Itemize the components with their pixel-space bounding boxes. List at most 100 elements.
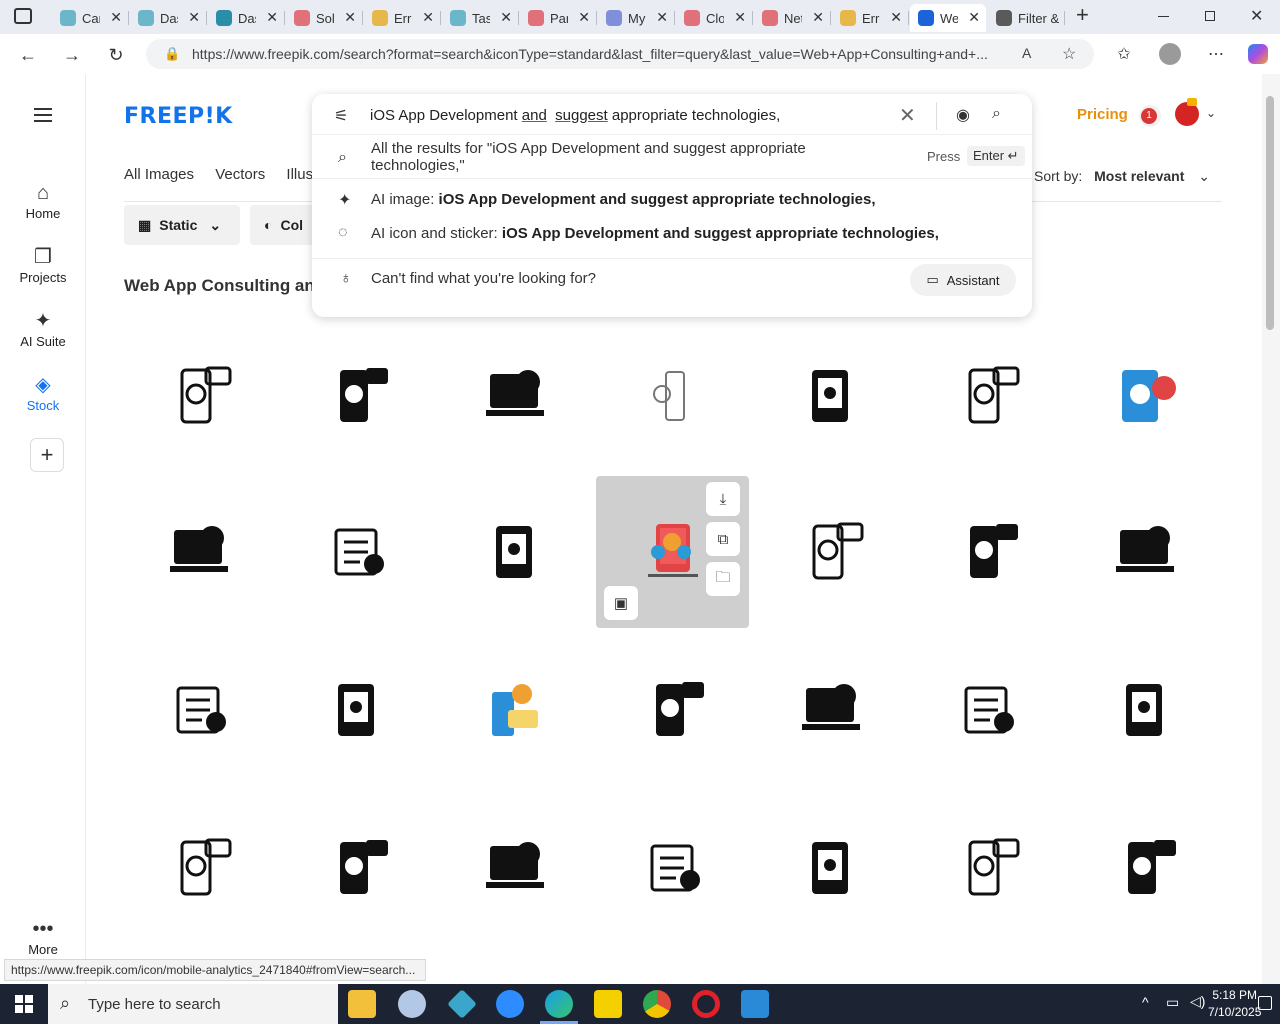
user-avatar[interactable] (1175, 98, 1199, 126)
result-app-development-icon[interactable] (168, 836, 232, 900)
result-app-development-icon[interactable] (484, 520, 548, 584)
color-filter[interactable]: ◐ Col (250, 205, 320, 245)
download-button[interactable]: ⤓ (706, 482, 740, 516)
close-tab-icon[interactable]: ✕ (968, 9, 980, 26)
style-filter-static[interactable]: ▦ Static ⌄ (124, 205, 240, 245)
browser-tab[interactable]: Net ✕ (754, 4, 831, 32)
result-app-development-icon[interactable] (1114, 520, 1178, 584)
start-button[interactable] (0, 984, 48, 1024)
close-window-button[interactable]: ✕ (1250, 6, 1263, 26)
result-app-development-icon[interactable] (168, 520, 232, 584)
result-app-development-icon[interactable] (1114, 836, 1178, 900)
back-button[interactable]: ← (14, 41, 42, 69)
sidebar-item-more[interactable]: ••• More (0, 916, 86, 957)
notifications-button[interactable]: 1 (1139, 105, 1161, 127)
sidebar-item-stock[interactable]: ◈ Stock (0, 372, 86, 413)
system-clock[interactable]: 5:18 PM 7/10/2025 (1208, 987, 1261, 1021)
close-tab-icon[interactable]: ✕ (500, 9, 512, 26)
settings-menu-icon[interactable]: ⋯ (1204, 42, 1228, 66)
close-tab-icon[interactable]: ✕ (812, 9, 824, 26)
result-app-development-icon[interactable] (800, 836, 864, 900)
browser-tab[interactable]: Erro ✕ (364, 4, 441, 32)
copy-button[interactable]: ⧉ (706, 522, 740, 556)
sort-control[interactable]: Sort by: Most relevant ⌄ (1034, 168, 1210, 185)
result-app-development-icon[interactable] (326, 520, 390, 584)
clear-search-icon[interactable]: ✕ (899, 103, 916, 128)
result-app-development-icon[interactable] (1114, 678, 1178, 742)
restore-button[interactable] (1205, 11, 1215, 21)
result-app-development-icon[interactable] (956, 678, 1020, 742)
minimize-button[interactable] (1158, 16, 1169, 17)
close-tab-icon[interactable]: ✕ (734, 9, 746, 26)
browser-tab[interactable]: Car ✕ (52, 4, 129, 32)
browser-tab[interactable]: Clo ✕ (676, 4, 753, 32)
browser-tab[interactable]: Tas ✕ (442, 4, 519, 32)
paint-app-icon[interactable] (398, 990, 426, 1018)
browser-tab[interactable]: Filter & (988, 4, 1065, 32)
result-app-development-icon[interactable] (484, 836, 548, 900)
result-app-development-icon[interactable] (642, 836, 706, 900)
address-bar[interactable]: 🔒 https://www.freepik.com/search?format=… (146, 39, 1094, 69)
result-app-development-icon[interactable] (326, 678, 390, 742)
sticky-notes-icon[interactable] (594, 990, 622, 1018)
close-tab-icon[interactable]: ✕ (110, 9, 122, 26)
browser-tab[interactable]: Sol ✕ (286, 4, 363, 32)
file-explorer-icon[interactable] (348, 990, 376, 1018)
result-app-development-icon[interactable] (326, 836, 390, 900)
app-icon[interactable] (447, 989, 477, 1019)
chrome-icon[interactable] (643, 990, 671, 1018)
add-button[interactable]: + (30, 438, 64, 472)
opera-icon[interactable] (692, 990, 720, 1018)
search-input[interactable]: iOS App Development and suggest appropri… (370, 107, 780, 124)
result-app-development-icon[interactable] (484, 678, 548, 742)
search-filters-icon[interactable]: ⚟ (334, 106, 348, 126)
network-icon[interactable]: ▭ (1166, 994, 1179, 1011)
edit-image-button[interactable]: ▣ (604, 586, 638, 620)
copilot-icon[interactable] (1246, 42, 1270, 66)
hovered-result-card[interactable]: ⤓ ⧉ 🗀 ▣ (596, 476, 749, 628)
result-app-development-icon[interactable] (326, 364, 390, 428)
close-tab-icon[interactable]: ✕ (266, 9, 278, 26)
result-app-development-icon[interactable] (1114, 364, 1178, 428)
sidebar-item-home[interactable]: ⌂ Home (0, 180, 86, 221)
tab-vectors[interactable]: Vectors (215, 166, 265, 183)
zoom-icon[interactable] (496, 990, 524, 1018)
edge-icon[interactable] (545, 990, 573, 1018)
refresh-button[interactable]: ↻ (102, 41, 130, 69)
close-tab-icon[interactable]: ✕ (422, 9, 434, 26)
result-app-development-icon[interactable] (642, 678, 706, 742)
hamburger-menu-icon[interactable] (34, 108, 52, 122)
close-tab-icon[interactable]: ✕ (656, 9, 668, 26)
show-hidden-icons[interactable]: ^ (1142, 994, 1149, 1010)
result-app-development-icon[interactable] (484, 364, 548, 428)
sidebar-item-projects[interactable]: ❐ Projects (0, 244, 86, 285)
close-tab-icon[interactable]: ✕ (578, 9, 590, 26)
result-app-development-icon[interactable] (168, 364, 232, 428)
favorite-star-icon[interactable]: ☆ (1062, 44, 1076, 64)
result-app-development-icon[interactable] (800, 678, 864, 742)
profile-avatar[interactable] (1158, 42, 1182, 66)
browser-tab[interactable]: Par ✕ (520, 4, 597, 32)
result-app-development-icon[interactable] (956, 836, 1020, 900)
scrollbar-thumb[interactable] (1266, 96, 1274, 330)
favorites-icon[interactable]: ✩ (1112, 42, 1136, 66)
result-app-development-icon[interactable] (800, 520, 864, 584)
result-app-development-icon[interactable] (642, 364, 706, 428)
chevron-down-icon[interactable]: ⌄ (1206, 106, 1216, 120)
browser-tab[interactable]: Erro ✕ (832, 4, 909, 32)
browser-tab[interactable]: My ✕ (598, 4, 675, 32)
volume-icon[interactable]: ◁) (1190, 993, 1205, 1010)
site-info-icon[interactable]: 🔒 (164, 46, 180, 62)
forward-button[interactable]: → (58, 41, 86, 69)
tab-all-images[interactable]: All Images (124, 166, 194, 183)
result-app-development-icon[interactable] (956, 520, 1020, 584)
sidebar-item-ai-suite[interactable]: ✦ AI Suite (0, 308, 86, 349)
result-app-development-icon[interactable] (956, 364, 1020, 428)
browser-tab[interactable]: We ✕ (910, 4, 986, 32)
close-tab-icon[interactable]: ✕ (188, 9, 200, 26)
result-app-development-icon[interactable] (800, 364, 864, 428)
browser-tab[interactable]: Das ✕ (130, 4, 207, 32)
close-tab-icon[interactable]: ✕ (890, 9, 902, 26)
result-app-development-icon[interactable] (168, 678, 232, 742)
notification-center-icon[interactable] (1258, 996, 1272, 1010)
